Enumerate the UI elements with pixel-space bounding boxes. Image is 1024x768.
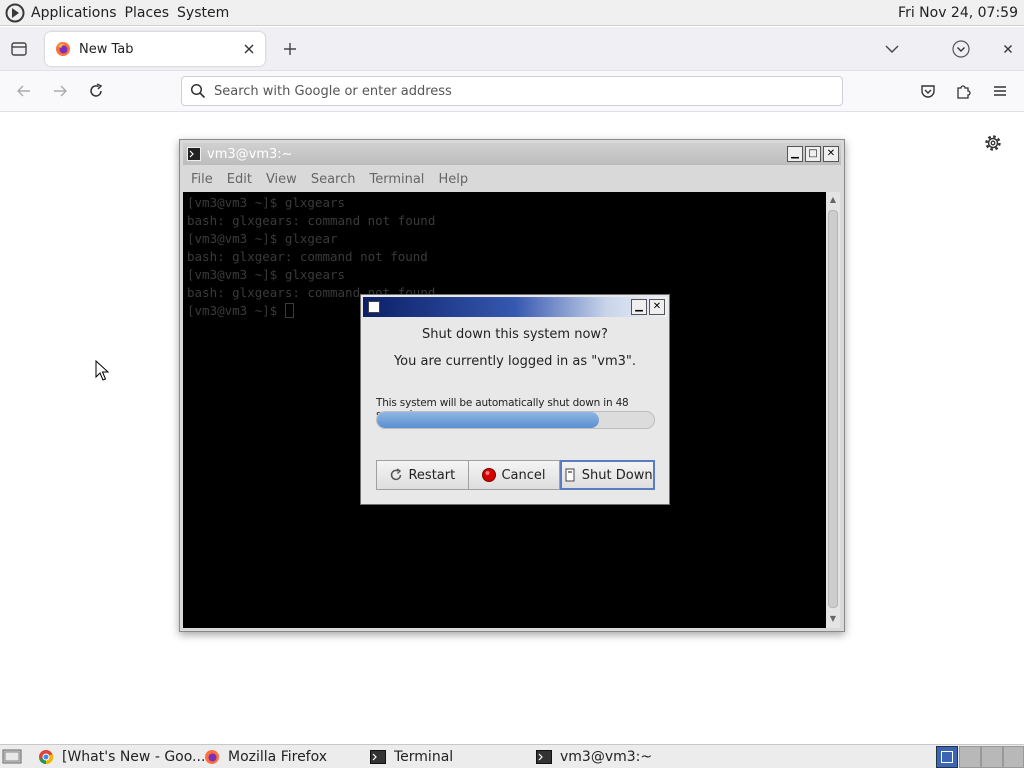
terminal-icon (187, 147, 201, 161)
terminal-icon (370, 750, 386, 764)
taskbar-item-label: Terminal (394, 749, 454, 765)
top-panel: Applications Places System Fri Nov 24, 0… (0, 0, 1024, 26)
tab-new-tab[interactable]: New Tab (45, 32, 265, 66)
terminal-icon (536, 750, 552, 764)
terminal-menu-file[interactable]: File (191, 172, 213, 187)
terminal-line: [vm3@vm3 ~]$ glxgears (187, 267, 346, 282)
dialog-button-row: Restart Cancel Shut Down (376, 460, 656, 490)
firefox-icon (56, 42, 70, 56)
taskbar-item-firefox[interactable]: Mozilla Firefox (204, 747, 327, 767)
workspace-window-thumb (941, 751, 953, 763)
terminal-close-button[interactable]: ✕ (823, 146, 839, 162)
reload-icon[interactable] (87, 82, 105, 100)
shut-down-label: Shut Down (581, 467, 653, 483)
terminal-menu-edit[interactable]: Edit (227, 172, 252, 187)
window-close-icon[interactable] (998, 39, 1018, 59)
pocket-icon[interactable] (919, 82, 937, 100)
cancel-button[interactable]: Cancel (468, 460, 561, 490)
extensions-puzzle-icon[interactable] (955, 82, 973, 100)
forward-arrow-icon[interactable] (51, 82, 69, 100)
shut-down-button[interactable]: Shut Down (560, 460, 656, 490)
navigation-toolbar (0, 71, 1024, 112)
workspace-2[interactable] (959, 746, 981, 768)
taskbar-item-label: vm3@vm3:~ (560, 749, 653, 765)
taskbar-item-label: Mozilla Firefox (228, 749, 328, 765)
window-minimize-icon[interactable] (951, 39, 971, 59)
search-icon (190, 83, 206, 99)
terminal-titlebar[interactable]: vm3@vm3:~ ▁ □ ✕ (183, 143, 841, 165)
tab-close-icon[interactable] (241, 41, 257, 57)
terminal-prompt: [vm3@vm3 ~]$ (187, 303, 285, 318)
restart-label: Restart (408, 467, 456, 483)
dialog-close-button[interactable]: ✕ (649, 299, 665, 315)
tab-title: New Tab (79, 41, 134, 57)
chrome-icon (39, 750, 54, 765)
terminal-line: [vm3@vm3 ~]$ glxgear (187, 231, 338, 246)
dialog-window-icon (368, 301, 380, 313)
menu-system[interactable]: System (177, 5, 229, 21)
cancel-label: Cancel (501, 467, 546, 483)
address-bar[interactable] (181, 76, 843, 106)
taskbar-item-terminal[interactable]: Terminal (370, 747, 453, 767)
restart-button[interactable]: Restart (376, 460, 469, 490)
workspace-3[interactable] (981, 746, 1003, 768)
terminal-minimize-button[interactable]: ▁ (787, 146, 803, 162)
terminal-line: [vm3@vm3 ~]$ glxgears (187, 195, 346, 210)
terminal-title: vm3@vm3:~ (207, 146, 293, 162)
gear-icon[interactable] (983, 133, 1003, 153)
firefox-icon (205, 750, 219, 764)
list-all-tabs-chevron-icon[interactable] (884, 41, 900, 57)
distro-logo-icon[interactable] (5, 3, 25, 23)
terminal-menu-terminal[interactable]: Terminal (369, 172, 424, 187)
scroll-up-arrow-icon[interactable]: ▲ (828, 195, 838, 205)
taskbar-item-label: [What's New - Goo... (62, 749, 206, 765)
bottom-taskbar: [What's New - Goo... Mozilla Firefox Ter… (0, 744, 1024, 768)
firefox-view-icon[interactable] (10, 40, 28, 58)
clock[interactable]: Fri Nov 24, 07:59 (898, 5, 1018, 21)
cancel-red-circle-icon (482, 468, 497, 482)
terminal-cursor (284, 303, 294, 318)
terminal-menu-view[interactable]: View (266, 172, 297, 187)
tab-strip: New Tab (0, 27, 1024, 71)
dialog-minimize-button[interactable]: ▁ (631, 299, 647, 315)
hamburger-menu-icon[interactable] (991, 82, 1009, 100)
taskbar-item-vm3-terminal[interactable]: vm3@vm3:~ (536, 747, 652, 767)
taskbar-item-whats-new[interactable]: [What's New - Goo... (38, 747, 205, 767)
dialog-titlebar[interactable]: ▁ ✕ (363, 297, 667, 317)
menu-places[interactable]: Places (125, 5, 170, 21)
terminal-line: bash: glxgears: command not found (187, 213, 436, 228)
scroll-down-arrow-icon[interactable]: ▼ (828, 614, 838, 624)
menu-applications[interactable]: Applications (31, 5, 117, 21)
shutdown-progress-fill (377, 412, 599, 428)
terminal-menubar: File Edit View Search Terminal Help (183, 167, 841, 191)
scrollbar-thumb[interactable] (828, 210, 838, 608)
terminal-menu-help[interactable]: Help (438, 172, 468, 187)
workspace-1[interactable] (936, 746, 958, 768)
terminal-line: bash: glxgear: command not found (187, 249, 428, 264)
shutdown-dialog[interactable]: ▁ ✕ Shut down this system now? You are c… (360, 294, 670, 505)
shut-down-icon (565, 468, 575, 482)
dialog-logged-in-text: You are currently logged in as "vm3". (393, 354, 637, 369)
workspace-4[interactable] (1003, 746, 1024, 768)
terminal-menu-search[interactable]: Search (311, 172, 356, 187)
back-arrow-icon[interactable] (15, 82, 33, 100)
terminal-scrollbar[interactable]: ▲ ▼ (826, 192, 840, 628)
restart-icon (391, 468, 402, 481)
show-desktop-icon[interactable] (2, 748, 22, 766)
terminal-maximize-button[interactable]: □ (805, 146, 821, 162)
new-tab-plus-icon[interactable] (281, 40, 299, 58)
shutdown-progress-bar (376, 411, 655, 429)
dialog-question: Shut down this system now? (422, 327, 608, 342)
mouse-pointer-icon (95, 360, 109, 381)
url-input[interactable] (214, 83, 814, 99)
